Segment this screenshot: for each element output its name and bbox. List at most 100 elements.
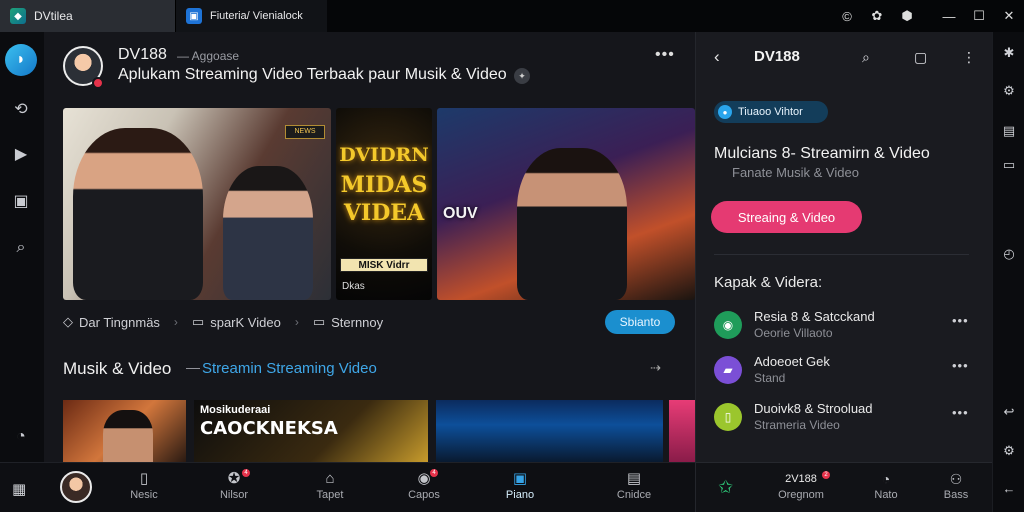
- poster-text: Mosikuderaai: [200, 404, 271, 416]
- more-icon[interactable]: •••: [952, 313, 969, 328]
- folder-icon[interactable]: ▤: [1000, 122, 1018, 140]
- avatar[interactable]: [60, 471, 92, 503]
- section-title: Kapak & Videra:: [714, 274, 823, 291]
- subscribe-button[interactable]: Sbianto: [605, 310, 675, 334]
- action-row: ◇ Dar Tingnmäs › ▭ sparK Video › ▭ Stern…: [63, 310, 695, 334]
- channel-name[interactable]: DV188: [118, 46, 167, 64]
- settings-icon[interactable]: ✱: [1000, 44, 1018, 62]
- nav-item-nilsor[interactable]: ✪ Nilsor 4: [204, 469, 264, 501]
- nav-item-nesic[interactable]: ▯ Nesic: [114, 469, 174, 501]
- nav-item-piano[interactable]: ▣ Piano: [490, 469, 550, 501]
- bookmark-icon[interactable]: ▢: [914, 49, 927, 66]
- apps-icon[interactable]: ▦: [12, 480, 26, 498]
- tab-label: DVtilea: [34, 9, 73, 23]
- window-icon[interactable]: ▭: [1000, 156, 1018, 174]
- notification-badge: 2: [822, 471, 830, 479]
- poster-text: VIDEA: [343, 200, 425, 226]
- video-thumbnail[interactable]: DVIDRN MIDAS VIDEA MISK Vidrr Dkas: [336, 108, 432, 300]
- status-chip[interactable]: ● Tiuaoo Vihtor: [714, 101, 828, 123]
- refresh-icon[interactable]: ◴: [1000, 245, 1018, 263]
- action-label: sparK Video: [210, 314, 281, 330]
- video-thumbnail[interactable]: NEWS: [63, 108, 331, 300]
- video-thumbnail[interactable]: Mosikuderaai CAOCKNEKSA: [194, 400, 428, 462]
- comment-icon: ▭: [312, 314, 326, 329]
- section-link[interactable]: Streamin Streaming Video: [202, 360, 377, 377]
- list-item-title: Duoivk8 & Strooluad: [754, 401, 873, 416]
- panel-headline: Mulcians 8- Streamirn & Video: [714, 145, 930, 162]
- person-figure: [73, 128, 203, 300]
- user-icon: ✪: [227, 470, 241, 487]
- list-item-subtitle: Strameria Video: [754, 418, 840, 432]
- maximize-icon[interactable]: ☐: [964, 8, 994, 24]
- list-item[interactable]: ◉ Resia 8 & Satcckand Oeorie Villaoto ••…: [714, 309, 974, 345]
- disc-icon: ◉: [417, 470, 431, 487]
- nav-item-nato[interactable]: ◔ Nato: [856, 469, 916, 501]
- overlay-text: OUV: [443, 205, 478, 222]
- list-item-subtitle: Oeorie Villaoto: [754, 326, 833, 340]
- more-icon[interactable]: •••: [952, 358, 969, 373]
- back-icon[interactable]: ←: [1000, 479, 1018, 497]
- tab-dvtilea[interactable]: ◆ DVtilea: [0, 0, 175, 32]
- tab-second[interactable]: ▣ Fiuteria/ Vienialock: [175, 0, 327, 32]
- search-icon[interactable]: ⌕: [10, 237, 32, 259]
- avatar: ▯: [714, 403, 742, 431]
- clock-icon[interactable]: ◔: [10, 426, 32, 448]
- minimize-icon[interactable]: —: [934, 9, 964, 24]
- divider: [714, 254, 969, 255]
- notification-badge: [92, 77, 104, 89]
- star-icon[interactable]: ✩: [718, 477, 733, 498]
- clock-icon: ◔: [881, 471, 891, 487]
- person-figure: [517, 148, 627, 300]
- gear-icon[interactable]: ⚙: [1000, 442, 1018, 460]
- video-thumbnail[interactable]: [436, 400, 663, 462]
- list-item[interactable]: ▯ Duoivk8 & Strooluad Strameria Video ••…: [714, 401, 974, 437]
- nav-item-bass[interactable]: ⚇ Bass: [926, 469, 986, 501]
- arrow-icon[interactable]: ⇢: [650, 360, 661, 376]
- image-icon[interactable]: ▣: [10, 190, 32, 212]
- bottom-nav: ▦ ▯ Nesic ✪ Nilsor 4 ⌂ Tapet ◉ Capos 4 ▣…: [0, 462, 695, 512]
- info-icon[interactable]: ✦: [514, 68, 530, 84]
- news-badge: NEWS: [285, 125, 325, 139]
- more-icon[interactable]: •••: [952, 405, 969, 420]
- window-controls: © ✿ ⬢ — ☐ ✕: [832, 0, 1024, 32]
- nav-item-capos[interactable]: ◉ Capos 4: [394, 469, 454, 501]
- grid-icon: ▣: [512, 470, 528, 487]
- more-icon[interactable]: ⋮: [962, 49, 976, 66]
- app-logo-icon[interactable]: ◗: [5, 44, 37, 76]
- nav-item-tapet[interactable]: ⌂ Tapet: [300, 469, 360, 501]
- back-icon[interactable]: ‹: [714, 47, 720, 67]
- action-item[interactable]: ◇ Dar Tingnmäs: [63, 314, 160, 330]
- gear-icon[interactable]: ⚙: [1000, 82, 1018, 100]
- video-thumbnail[interactable]: [669, 400, 695, 462]
- return-icon[interactable]: ↩: [1000, 403, 1018, 421]
- action-item[interactable]: ▭ sparK Video: [192, 314, 281, 330]
- list-item-title: Adoeoet Gek: [754, 354, 830, 369]
- action-item[interactable]: ▭ Sternnoy: [313, 314, 383, 330]
- section-dash: —: [186, 359, 200, 375]
- shield-icon[interactable]: ⬢: [892, 8, 922, 24]
- action-label: Sternnoy: [331, 314, 384, 330]
- left-rail: ◗ ⟲ ▶ ▣ ⌕ ◔: [0, 32, 44, 512]
- channel-title: Aplukam Streaming Video Terbaak paur Mus…: [118, 66, 507, 83]
- close-icon[interactable]: ✕: [994, 8, 1024, 24]
- search-icon[interactable]: ⌕: [862, 49, 870, 66]
- comment-icon: ▭: [191, 314, 205, 329]
- tag-icon: ◇: [63, 314, 73, 329]
- play-icon[interactable]: ▶: [10, 143, 32, 165]
- list-item[interactable]: ▰ Adoeoet Gek Stand •••: [714, 354, 974, 390]
- translate-icon[interactable]: ✿: [862, 8, 892, 24]
- more-icon[interactable]: •••: [655, 46, 675, 64]
- main-content: DV188 — Aggoase Aplukam Streaming Video …: [44, 32, 695, 462]
- nav-item-oregnom[interactable]: 2V188 Oregnom 2: [771, 469, 831, 501]
- history-icon[interactable]: ⟲: [10, 98, 32, 120]
- person-figure: [103, 410, 153, 462]
- streaming-button[interactable]: Streaing & Video: [711, 201, 862, 233]
- list-item-title: Resia 8 & Satcckand: [754, 309, 875, 324]
- video-thumbnail[interactable]: [63, 400, 186, 462]
- video-thumbnail[interactable]: OUV: [437, 108, 695, 300]
- tab-label: Fiuteria/ Vienialock: [210, 10, 303, 22]
- extensions-icon[interactable]: ©: [832, 9, 862, 24]
- nav-item-cnidce[interactable]: ▤ Cnidce: [604, 469, 664, 501]
- channel-subtitle: — Aggoase: [177, 49, 240, 63]
- separator: ›: [173, 315, 178, 329]
